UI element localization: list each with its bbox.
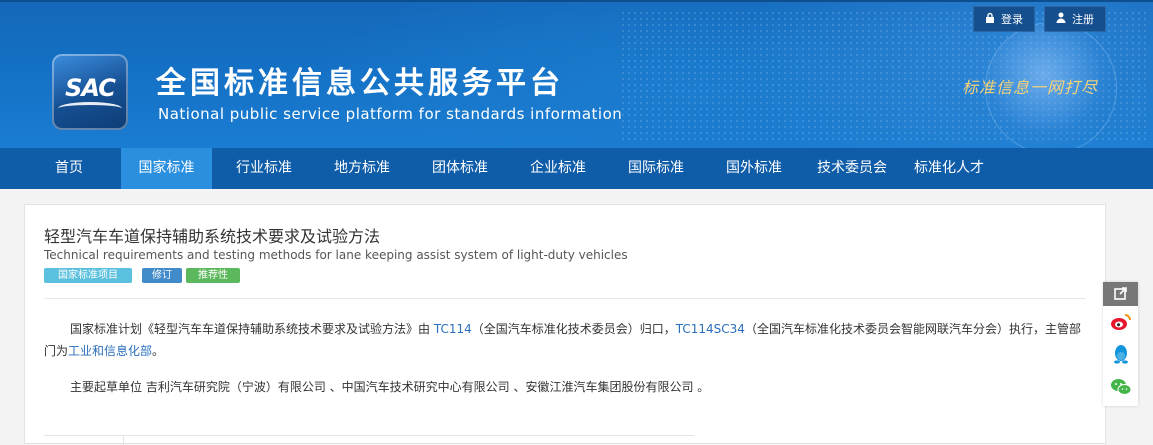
- divider: [44, 298, 1086, 299]
- nav-item-local[interactable]: 地方标准: [322, 148, 402, 189]
- nav-item-home[interactable]: 首页: [40, 148, 98, 189]
- plan-text-2: （全国汽车标准化技术委员会）归口，: [471, 322, 676, 336]
- logo-text: SAC: [65, 74, 116, 102]
- table-top-border: [44, 435, 694, 436]
- department-link[interactable]: 工业和信息化部: [68, 344, 152, 358]
- user-icon: [1056, 12, 1066, 26]
- standard-detail-card: 轻型汽车车道保持辅助系统技术要求及试验方法 Technical requirem…: [24, 204, 1106, 445]
- slogan: 标准信息一网打尽: [962, 78, 1099, 97]
- nav-item-committee[interactable]: 技术委员会: [810, 148, 894, 189]
- share-toggle-button[interactable]: [1103, 282, 1138, 306]
- sac-logo[interactable]: SAC: [52, 54, 128, 130]
- nav-item-international[interactable]: 国际标准: [616, 148, 696, 189]
- plan-description: 国家标准计划《轻型汽车车道保持辅助系统技术要求及试验方法》由 TC114（全国汽…: [44, 318, 1086, 362]
- register-label: 注册: [1072, 13, 1094, 26]
- plan-text-1: 国家标准计划《轻型汽车车道保持辅助系统技术要求及试验方法》由: [70, 322, 434, 336]
- qq-icon[interactable]: [1108, 343, 1133, 365]
- login-button[interactable]: 登录: [973, 6, 1035, 32]
- tag-revision: 修订: [142, 268, 182, 283]
- share-sidebar: [1103, 282, 1138, 406]
- standard-title-en: Technical requirements and testing metho…: [44, 248, 628, 262]
- site-subtitle: National public service platform for sta…: [158, 105, 623, 123]
- main-nav: 首页 国家标准 行业标准 地方标准 团体标准 企业标准 国际标准 国外标准 技术…: [0, 148, 1153, 189]
- login-label: 登录: [1001, 13, 1023, 26]
- drafting-units: 主要起草单位 吉利汽车研究院（宁波）有限公司 、中国汽车技术研究中心有限公司 、…: [70, 380, 710, 394]
- standard-title-cn: 轻型汽车车道保持辅助系统技术要求及试验方法: [44, 227, 381, 246]
- nav-item-industry[interactable]: 行业标准: [224, 148, 304, 189]
- nav-item-talent[interactable]: 标准化人才: [906, 148, 992, 189]
- tc114-link[interactable]: TC114: [434, 322, 472, 336]
- nav-item-group[interactable]: 团体标准: [420, 148, 500, 189]
- tag-national-project: 国家标准项目: [44, 268, 132, 283]
- register-button[interactable]: 注册: [1044, 6, 1106, 32]
- site-title: 全国标准信息公共服务平台: [156, 66, 564, 101]
- nav-item-enterprise[interactable]: 企业标准: [518, 148, 598, 189]
- lock-icon: [985, 12, 995, 26]
- nav-item-national[interactable]: 国家标准: [121, 148, 212, 189]
- wechat-icon[interactable]: [1108, 376, 1133, 398]
- plan-text-4: 。: [152, 344, 165, 358]
- share-icon: [1113, 285, 1128, 304]
- nav-item-foreign[interactable]: 国外标准: [714, 148, 794, 189]
- header-banner: 登录 注册 SAC 全国标准信息公共服务平台 National public s…: [0, 0, 1153, 148]
- weibo-icon[interactable]: [1108, 311, 1133, 333]
- top-line: [0, 0, 1153, 2]
- tc114sc34-link[interactable]: TC114SC34: [676, 322, 745, 336]
- table-column-border: [123, 435, 124, 445]
- logo-swoosh: [58, 102, 122, 115]
- tag-recommended: 推荐性: [186, 268, 240, 283]
